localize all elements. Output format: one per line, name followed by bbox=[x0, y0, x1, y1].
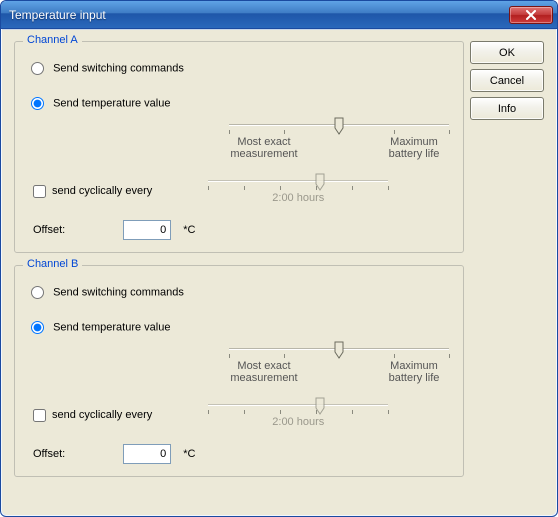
radio-row-switching: Send switching commands bbox=[31, 286, 449, 299]
radio-temp-label: Send temperature value bbox=[53, 98, 170, 110]
offset-row-a: Offset: *C bbox=[33, 220, 449, 240]
slider-track-line bbox=[208, 180, 388, 182]
cycle-checkbox-a[interactable] bbox=[33, 185, 46, 198]
radio-row-temp: Send temperature value bbox=[31, 97, 449, 110]
offset-label: Offset: bbox=[33, 448, 65, 460]
cycle-slider-b[interactable] bbox=[208, 396, 388, 414]
titlebar[interactable]: Temperature input bbox=[1, 1, 557, 29]
offset-label: Offset: bbox=[33, 224, 65, 236]
offset-unit: *C bbox=[183, 224, 195, 236]
slider-label-right: Maximum battery life bbox=[379, 360, 449, 384]
info-button[interactable]: Info bbox=[470, 97, 544, 120]
radio-temp-b[interactable] bbox=[31, 321, 44, 334]
slider-thumb-icon[interactable] bbox=[334, 117, 344, 135]
slider-label-right: Maximum battery life bbox=[379, 136, 449, 160]
group-channel-a: Channel A Send switching commands Send t… bbox=[14, 41, 464, 253]
radio-temp-label: Send temperature value bbox=[53, 322, 170, 334]
cycle-value-a: 2:00 hours bbox=[208, 192, 388, 204]
radio-row-switching: Send switching commands bbox=[31, 62, 449, 75]
content-column: Channel A Send switching commands Send t… bbox=[14, 41, 464, 503]
button-column: OK Cancel Info bbox=[470, 41, 544, 503]
cycle-slider-block-a: 2:00 hours bbox=[208, 172, 388, 204]
radio-switching-b[interactable] bbox=[31, 286, 44, 299]
radio-switching-label: Send switching commands bbox=[53, 63, 184, 75]
cycle-row-b: send cyclically every 2:00 hours bbox=[33, 402, 449, 428]
slider-thumb-icon[interactable] bbox=[315, 397, 325, 415]
cancel-button[interactable]: Cancel bbox=[470, 69, 544, 92]
cycle-checkbox-b[interactable] bbox=[33, 409, 46, 422]
slider-thumb-icon[interactable] bbox=[334, 341, 344, 359]
cycle-row-a: send cyclically every 2:00 hours bbox=[33, 178, 449, 204]
group-channel-b: Channel B Send switching commands Send t… bbox=[14, 265, 464, 477]
slider-track-line bbox=[208, 404, 388, 406]
radio-temp-a[interactable] bbox=[31, 97, 44, 110]
cycle-value-b: 2:00 hours bbox=[208, 416, 388, 428]
cycle-label: send cyclically every bbox=[52, 185, 152, 197]
dialog-window: Temperature input Channel A Send switchi… bbox=[0, 0, 558, 517]
mode-slider-a[interactable] bbox=[229, 116, 449, 134]
client-area: Channel A Send switching commands Send t… bbox=[2, 29, 556, 515]
mode-slider-labels: Most exact measurement Maximum battery l… bbox=[229, 360, 449, 384]
mode-slider-block-a: Most exact measurement Maximum battery l… bbox=[229, 116, 449, 160]
cycle-slider-a[interactable] bbox=[208, 172, 388, 190]
window-title: Temperature input bbox=[9, 8, 509, 22]
offset-row-b: Offset: *C bbox=[33, 444, 449, 464]
radio-row-temp: Send temperature value bbox=[31, 321, 449, 334]
cycle-label: send cyclically every bbox=[52, 409, 152, 421]
offset-unit: *C bbox=[183, 448, 195, 460]
mode-slider-block-b: Most exact measurement Maximum battery l… bbox=[229, 340, 449, 384]
group-legend: Channel B bbox=[23, 258, 82, 270]
slider-label-left: Most exact measurement bbox=[229, 360, 299, 384]
cycle-slider-block-b: 2:00 hours bbox=[208, 396, 388, 428]
ok-button[interactable]: OK bbox=[470, 41, 544, 64]
radio-switching-label: Send switching commands bbox=[53, 287, 184, 299]
close-button[interactable] bbox=[509, 6, 553, 24]
slider-thumb-icon[interactable] bbox=[315, 173, 325, 191]
offset-input-a[interactable] bbox=[123, 220, 171, 240]
mode-slider-labels: Most exact measurement Maximum battery l… bbox=[229, 136, 449, 160]
group-legend: Channel A bbox=[23, 34, 82, 46]
mode-slider-b[interactable] bbox=[229, 340, 449, 358]
close-icon bbox=[525, 10, 537, 20]
offset-input-b[interactable] bbox=[123, 444, 171, 464]
radio-switching-a[interactable] bbox=[31, 62, 44, 75]
slider-label-left: Most exact measurement bbox=[229, 136, 299, 160]
